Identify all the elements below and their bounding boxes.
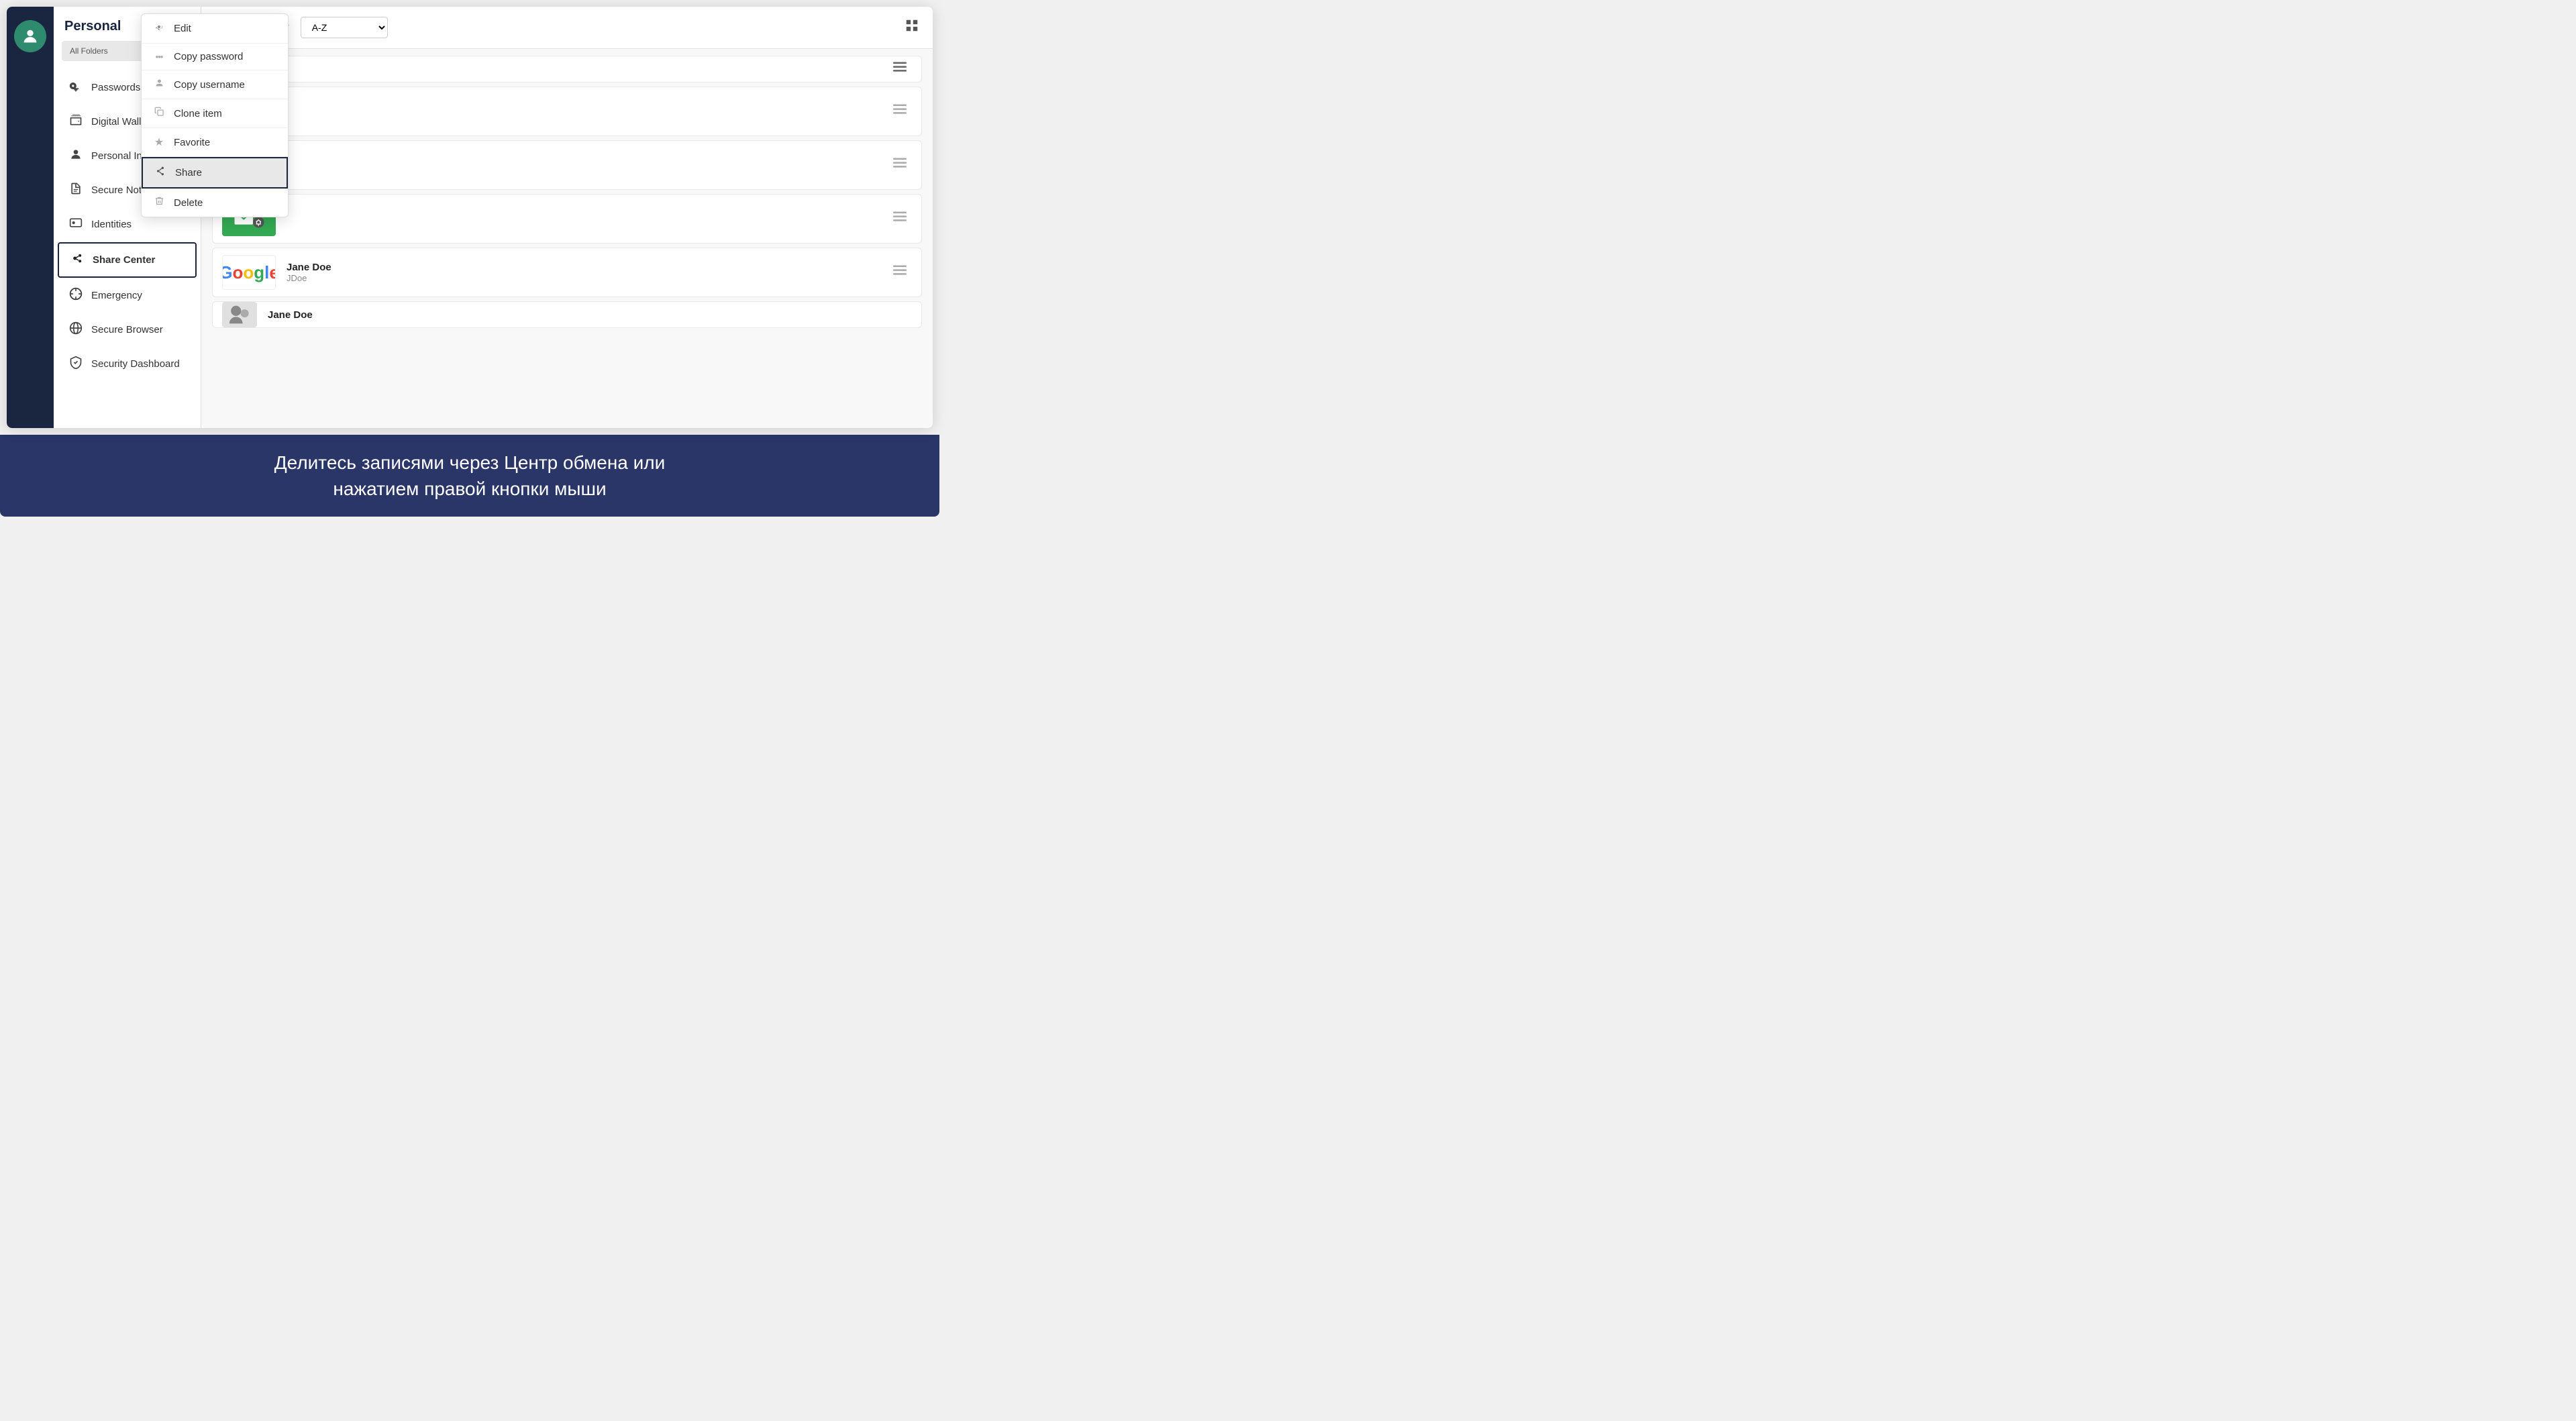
notes-icon	[68, 182, 83, 199]
app-container: Personal All Folders ▼ Passwords Di	[7, 7, 933, 428]
item-menu-button[interactable]	[888, 154, 912, 176]
item-name: Jane Doe	[268, 309, 912, 321]
bottom-banner: Делитесь записями через Центр обмена или…	[0, 435, 939, 517]
item-username: JDoe	[287, 273, 877, 283]
item-owner: Jane Doe	[287, 262, 877, 273]
toolbar: + VIEW BY A-Z Z-A Date Added Last Modifi…	[201, 7, 933, 49]
sidebar-item-emergency[interactable]: Emergency	[58, 279, 197, 312]
list-item[interactable]: Jane Doe	[212, 301, 922, 328]
sidebar-label-passwords: Passwords	[91, 82, 140, 93]
item-menu-button[interactable]	[888, 58, 912, 80]
sidebar-item-share-center[interactable]: Share Center	[58, 242, 197, 278]
grid-view-icon[interactable]	[905, 18, 919, 37]
sidebar-item-security-dashboard[interactable]: Security Dashboard	[58, 348, 197, 380]
sidebar-label-identities: Identities	[91, 219, 132, 230]
google-logo-text: Google	[222, 262, 276, 283]
sort-select[interactable]: A-Z Z-A Date Added Last Modified	[301, 17, 388, 38]
copy-password-label: Copy password	[212, 56, 243, 62]
browser-icon	[68, 321, 83, 338]
left-sidebar	[7, 7, 54, 428]
password-list: Edit ••• Copy password Copy us	[201, 49, 933, 428]
item-info: Jane Doe JDoe	[287, 262, 877, 283]
wallet-icon	[68, 113, 83, 130]
id-icon	[68, 216, 83, 233]
sidebar-label-secure-browser: Secure Browser	[91, 324, 163, 335]
folder-select-value: All Folders	[70, 46, 108, 56]
copy-username-label: Copy username	[212, 79, 245, 83]
key-icon	[68, 79, 83, 96]
item-menu-button[interactable]	[888, 262, 912, 283]
item-menu-button[interactable]	[888, 101, 912, 122]
person-icon	[68, 148, 83, 164]
avatar[interactable]	[14, 20, 46, 52]
item-menu-button[interactable]	[888, 208, 912, 229]
list-item[interactable]: Google Jane Doe JDoe	[212, 248, 922, 297]
item-info: Jane Doe	[268, 309, 912, 321]
sidebar-label-share-center: Share Center	[93, 254, 155, 266]
sidebar-label-emergency: Emergency	[91, 290, 142, 301]
sidebar-item-secure-browser[interactable]: Secure Browser	[58, 313, 197, 346]
context-menu-copy-username[interactable]: Copy username	[212, 70, 288, 83]
context-menu-copy-password[interactable]: ••• Copy password	[212, 56, 288, 70]
list-item[interactable]	[212, 194, 922, 244]
list-item[interactable]: facebook	[212, 87, 922, 136]
item-logo	[222, 302, 257, 327]
share-center-icon	[70, 252, 85, 268]
list-item[interactable]: Instagram	[212, 140, 922, 190]
sidebar-label-security-dashboard: Security Dashboard	[91, 358, 180, 370]
google-logo: Google	[222, 255, 276, 290]
shield-icon	[68, 356, 83, 372]
content-area: + VIEW BY A-Z Z-A Date Added Last Modifi…	[201, 7, 933, 428]
list-item[interactable]: Edit ••• Copy password Copy us	[212, 56, 922, 83]
emergency-icon	[68, 287, 83, 304]
context-menu: Edit ••• Copy password Copy us	[212, 56, 289, 83]
banner-text: Делитесь записями через Центр обмена или…	[274, 452, 666, 499]
